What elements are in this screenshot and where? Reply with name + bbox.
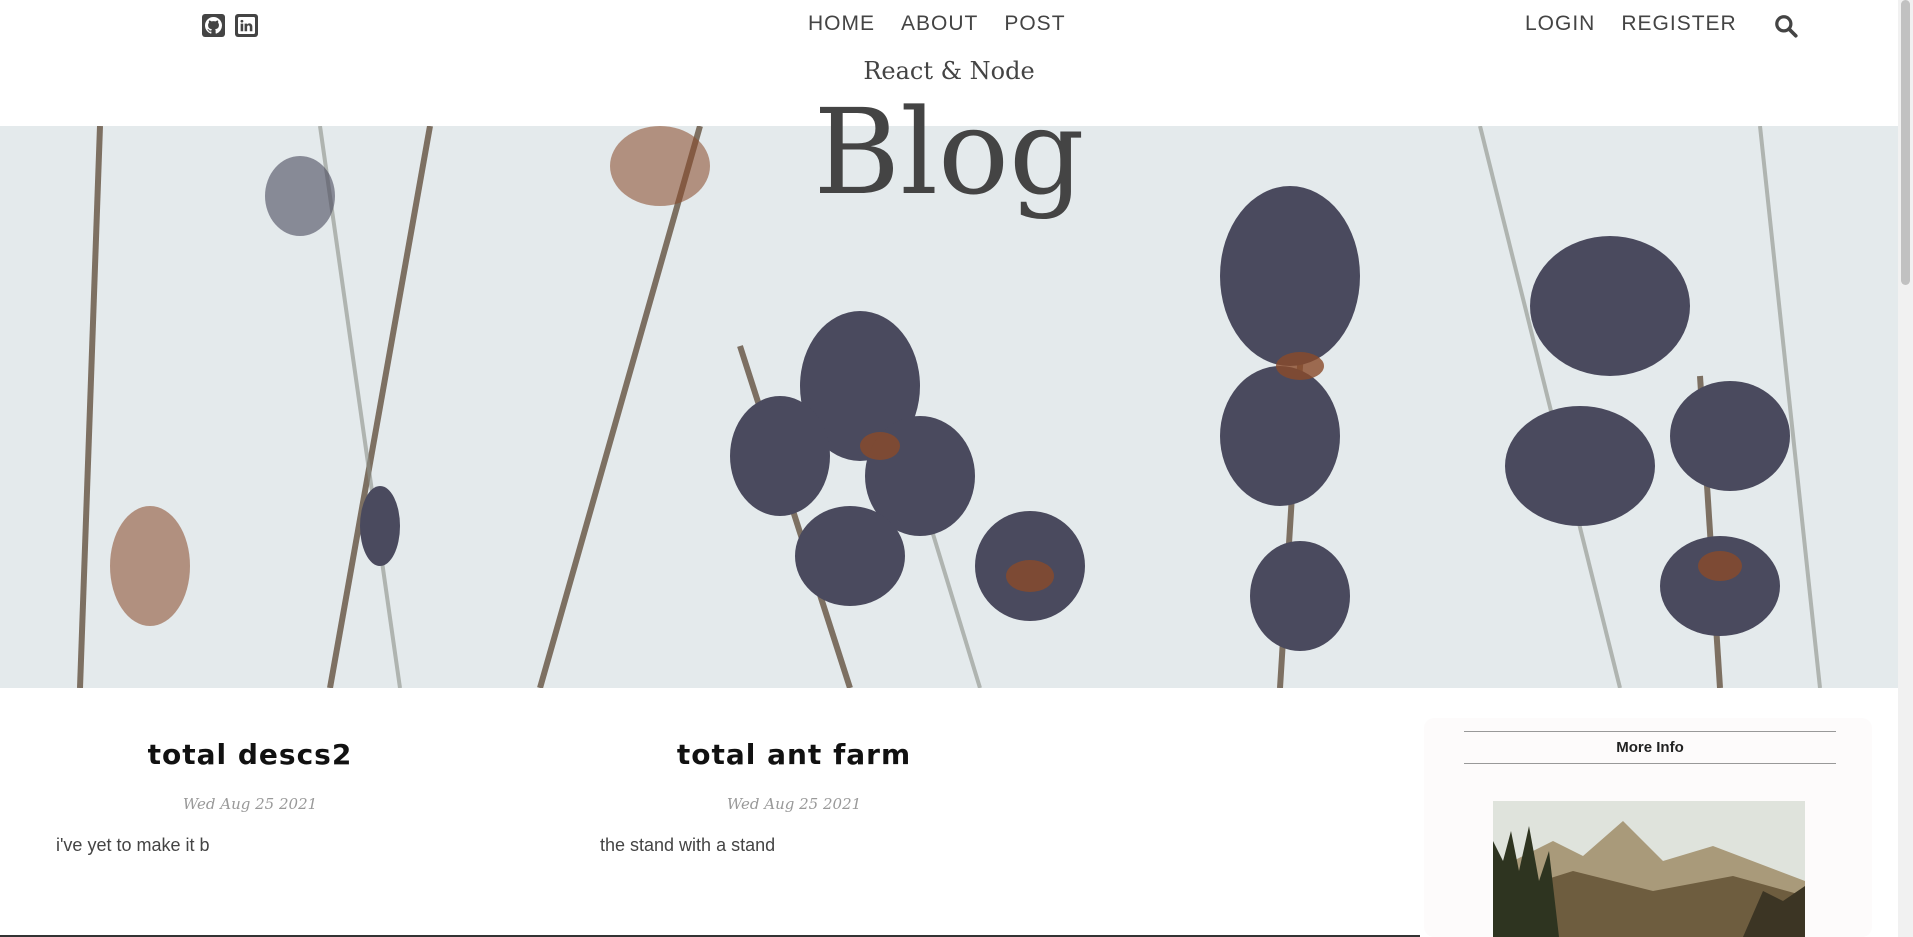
- main-nav: HOME ABOUT POST: [808, 12, 1066, 36]
- auth-nav: LOGIN REGISTER: [1525, 12, 1737, 36]
- nav-login[interactable]: LOGIN: [1525, 12, 1595, 36]
- post-date: Wed Aug 25 2021: [182, 795, 318, 813]
- nav-register[interactable]: REGISTER: [1621, 12, 1736, 36]
- sidebar-title: More Info: [1464, 731, 1836, 764]
- github-icon[interactable]: [202, 14, 225, 37]
- nav-home[interactable]: HOME: [808, 12, 875, 36]
- scrollbar[interactable]: [1898, 0, 1913, 937]
- post-title[interactable]: total descs2: [0, 738, 500, 771]
- nav-about[interactable]: ABOUT: [901, 12, 978, 36]
- post-title[interactable]: total ant farm: [544, 738, 1044, 771]
- post-desc: i've yet to make it b: [56, 835, 210, 855]
- social-links: [202, 14, 258, 37]
- nav-post[interactable]: POST: [1004, 12, 1065, 36]
- header-title: Blog: [813, 83, 1085, 221]
- top-bar: HOME ABOUT POST LOGIN REGISTER: [0, 0, 1898, 50]
- sidebar: More Info: [1424, 718, 1872, 937]
- post-date: Wed Aug 25 2021: [726, 795, 862, 813]
- sidebar-image: [1493, 801, 1805, 937]
- post-desc: the stand with a stand: [600, 835, 776, 855]
- scrollbar-thumb[interactable]: [1901, 0, 1910, 285]
- linkedin-icon[interactable]: [235, 14, 258, 37]
- post-card[interactable]: total descs2 Wed Aug 25 2021 i've yet to…: [0, 688, 500, 856]
- search-icon[interactable]: [1773, 13, 1799, 39]
- header-subtitle: React & Node: [863, 57, 1035, 85]
- header-titles: React & Node Blog: [0, 55, 1898, 211]
- posts-list: total descs2 Wed Aug 25 2021 i've yet to…: [0, 688, 1420, 937]
- post-card[interactable]: total ant farm Wed Aug 25 2021 the stand…: [544, 688, 1044, 856]
